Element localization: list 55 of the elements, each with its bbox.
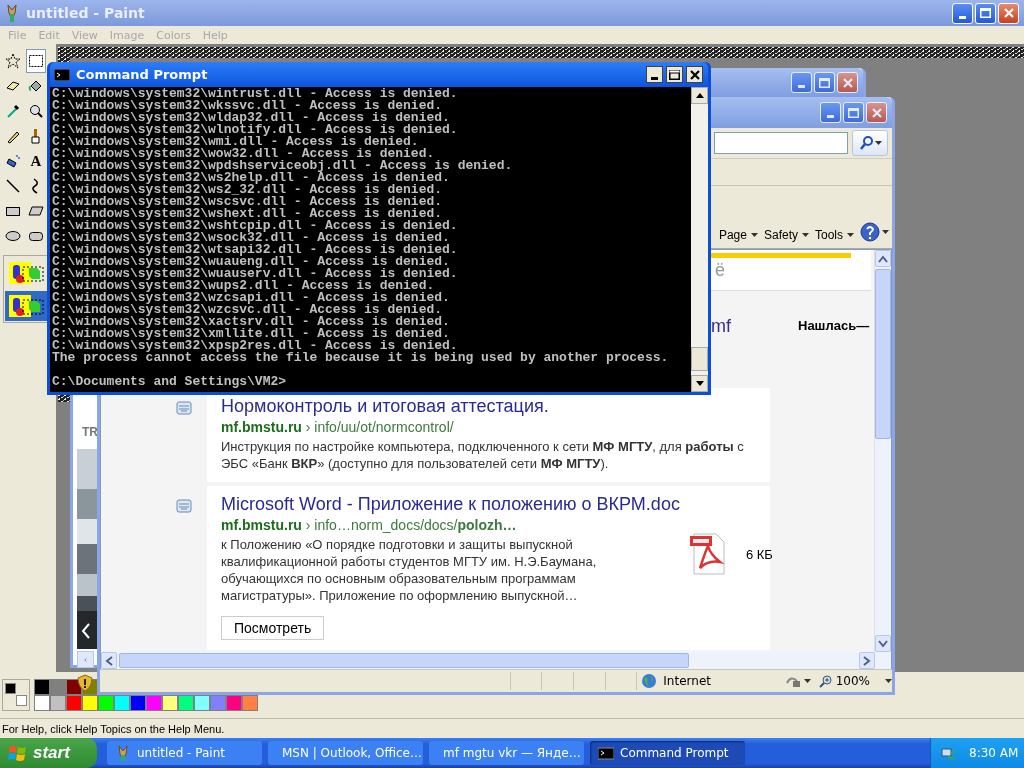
console-icon [598, 745, 614, 761]
clock: 8:30 AM [969, 746, 1019, 760]
magnifier-icon [28, 103, 44, 119]
ellipse-icon [5, 228, 21, 244]
paint-app-icon [4, 4, 20, 22]
shapes-icon [7, 292, 45, 319]
text-tool[interactable]: A [26, 149, 46, 173]
flag-icon [8, 744, 28, 762]
color-swatch[interactable] [162, 695, 178, 711]
color-swatch[interactable] [146, 695, 162, 711]
color-swatch[interactable] [82, 695, 98, 711]
select-tool[interactable] [26, 49, 46, 73]
dashed-rectangle-icon [28, 53, 44, 69]
caret-icon [803, 679, 811, 683]
taskbar-button[interactable]: Command Prompt [590, 741, 745, 765]
dropper-icon [5, 103, 21, 119]
zoom-icon [818, 674, 833, 688]
color-swatch[interactable] [50, 679, 66, 695]
color-swatch[interactable] [34, 679, 50, 695]
shapes-icon [7, 259, 45, 286]
taskbar-button[interactable]: mf mgtu vkr — Янде… [429, 741, 584, 765]
zone-text: Internet [663, 674, 711, 688]
current-colors[interactable] [2, 679, 30, 711]
close-icon [1003, 8, 1014, 18]
status-text: For Help, click Help Topics on the Help Menu. [2, 722, 225, 735]
color-swatch[interactable] [114, 695, 130, 711]
color-swatch[interactable] [66, 695, 82, 711]
color-swatch[interactable] [226, 695, 242, 711]
spray-can-icon [5, 153, 21, 169]
caret-icon [885, 679, 892, 683]
taskbar-button[interactable]: untitled - Paint [107, 741, 262, 765]
color-swatch[interactable] [130, 695, 146, 711]
taskbar-button[interactable]: MSN | Outlook, Office… [268, 741, 423, 765]
paint-app-icon [115, 745, 131, 761]
color-swatch[interactable] [210, 695, 226, 711]
minimize-icon [959, 15, 966, 19]
shield-icon [77, 674, 93, 692]
dashed-star-icon [5, 53, 21, 69]
color-swatch[interactable] [242, 695, 258, 711]
bucket-icon [28, 78, 44, 94]
color-swatch[interactable] [50, 695, 66, 711]
start-button[interactable]: start [0, 738, 97, 768]
eraser-icon [5, 78, 21, 94]
network-icon [941, 745, 957, 761]
line-icon [5, 178, 21, 194]
color-swatch[interactable] [178, 695, 194, 711]
globe-icon [641, 673, 658, 689]
parallelogram-icon [28, 203, 44, 219]
zoom-button[interactable]: 100% [818, 674, 892, 688]
window-title: untitled - Paint [26, 5, 145, 21]
color-swatch[interactable] [34, 695, 50, 711]
color-swatch[interactable] [98, 695, 114, 711]
color-swatch[interactable] [194, 695, 210, 711]
transparency-option[interactable] [5, 290, 47, 321]
maximize-icon [980, 8, 991, 18]
